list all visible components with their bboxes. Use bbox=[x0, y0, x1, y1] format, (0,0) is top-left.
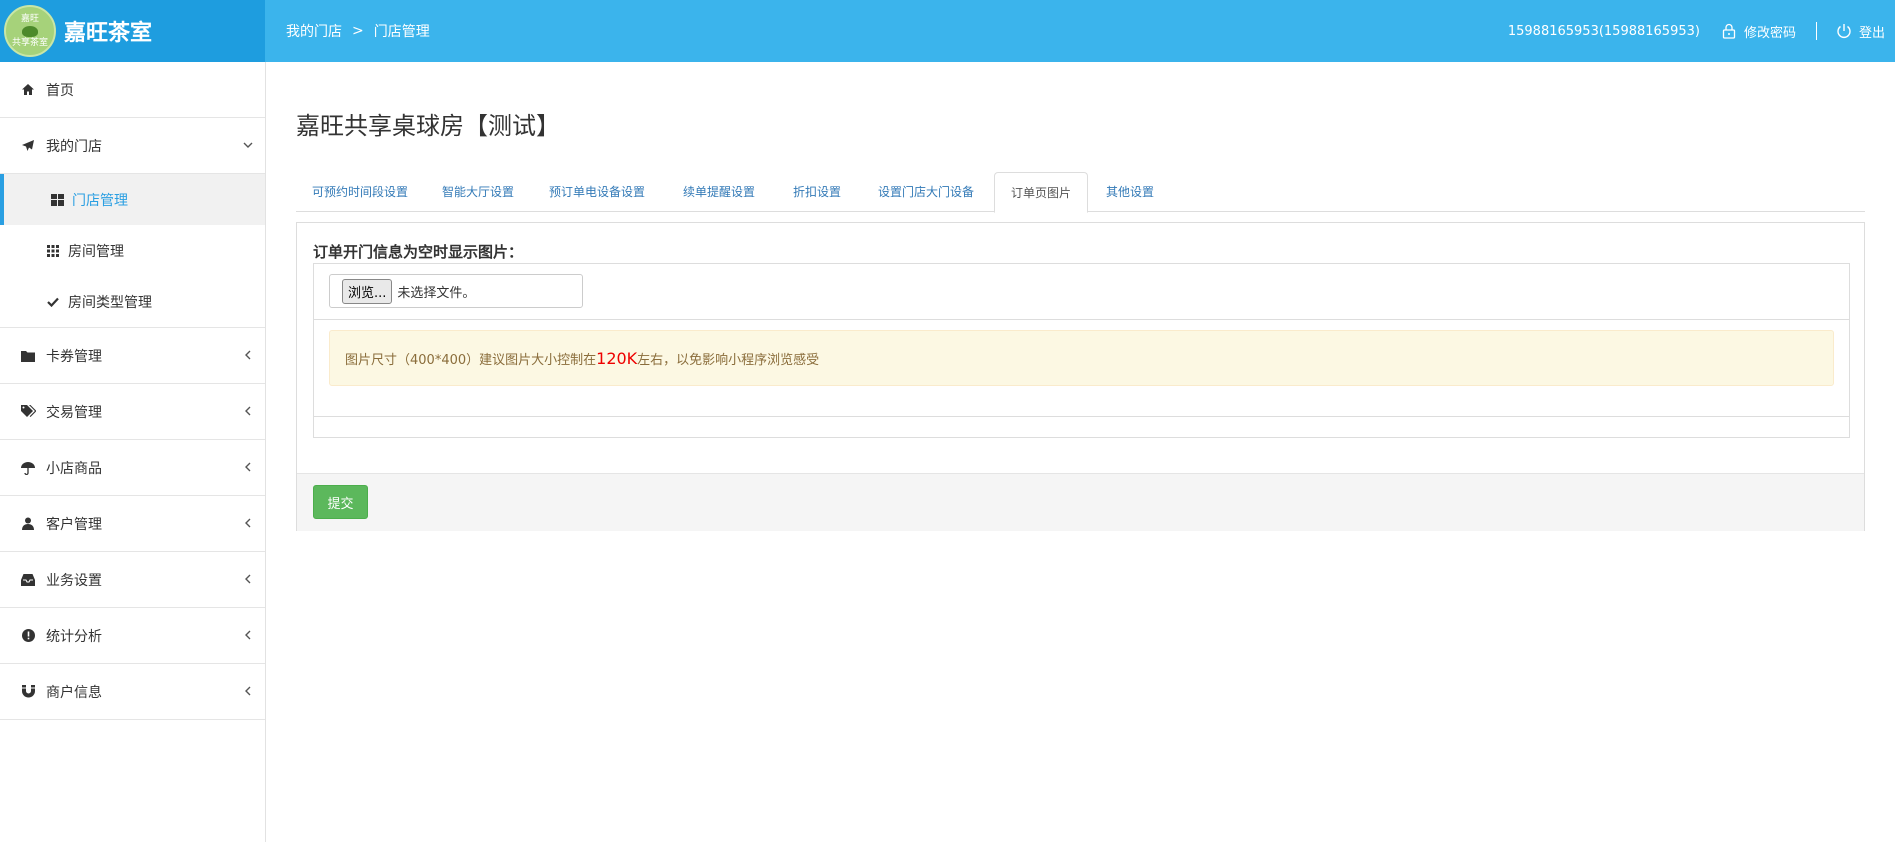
divider bbox=[314, 416, 1849, 417]
tab-order-power-device[interactable]: 预订单电设备设置 bbox=[533, 172, 661, 212]
breadcrumb-item-store-management[interactable]: 门店管理 bbox=[374, 21, 430, 41]
image-upload-box: 浏览... 未选择文件。 图片尺寸（400*400）建议图片大小控制在 120K 左… bbox=[313, 263, 1850, 438]
sidebar-item-label: 卡券管理 bbox=[46, 348, 102, 365]
logo-top-text: 嘉旺 bbox=[20, 13, 39, 24]
size-hint-alert: 图片尺寸（400*400）建议图片大小控制在 120K 左右，以免影响小程序浏览感受 bbox=[329, 330, 1834, 386]
sidebar-item-label: 统计分析 bbox=[46, 628, 102, 645]
header-actions: 15988165953(15988165953) 修改密码 登出 bbox=[1508, 0, 1885, 62]
logout-link[interactable]: 登出 bbox=[1835, 22, 1885, 41]
hint-size-highlight: 120K bbox=[596, 348, 638, 368]
file-input[interactable]: 浏览... 未选择文件。 bbox=[329, 274, 583, 308]
top-header: 嘉旺 共享茶室 嘉旺茶室 我的门店 > 门店管理 15988165953(159… bbox=[0, 0, 1895, 62]
tags-icon bbox=[20, 404, 36, 420]
logo-bottom-text: 共享茶室 bbox=[11, 37, 48, 48]
sidebar-group-my-store: 我的门店 门店管理 房间管理 房间类型管理 bbox=[0, 118, 265, 328]
file-status: 未选择文件。 bbox=[397, 285, 476, 301]
breadcrumb-item-my-store[interactable]: 我的门店 bbox=[286, 21, 342, 41]
home-icon bbox=[20, 82, 36, 98]
logo: 嘉旺 共享茶室 bbox=[4, 5, 56, 57]
chevron-left-icon bbox=[243, 629, 253, 643]
sidebar-subitem-room-management[interactable]: 房间管理 bbox=[0, 225, 265, 276]
sidebar-item-my-store[interactable]: 我的门店 bbox=[0, 118, 265, 174]
sidebar-item-merchant-info[interactable]: 商户信息 bbox=[0, 664, 265, 720]
sidebar-subitem-store-management[interactable]: 门店管理 bbox=[0, 174, 265, 225]
hint-prefix: 图片尺寸（400*400）建议图片大小控制在 bbox=[345, 352, 597, 368]
turtle-icon bbox=[22, 25, 38, 37]
sidebar-item-label: 首页 bbox=[46, 82, 74, 99]
power-icon bbox=[1835, 22, 1853, 40]
image-field-label: 订单开门信息为空时显示图片： bbox=[313, 243, 524, 261]
plane-icon bbox=[20, 138, 36, 154]
chevron-left-icon bbox=[243, 517, 253, 531]
chevron-left-icon bbox=[243, 573, 253, 587]
folder-icon bbox=[20, 348, 36, 364]
page-title: 嘉旺共享桌球房【测试】 bbox=[296, 112, 560, 140]
sidebar-item-label: 交易管理 bbox=[46, 404, 102, 421]
sidebar-item-card-management[interactable]: 卡券管理 bbox=[0, 328, 265, 384]
sidebar-item-label: 客户管理 bbox=[46, 516, 102, 533]
sidebar-item-statistics[interactable]: 统计分析 bbox=[0, 608, 265, 664]
lock-icon bbox=[1720, 22, 1738, 40]
chevron-left-icon bbox=[243, 461, 253, 475]
tab-smart-hall[interactable]: 智能大厅设置 bbox=[426, 172, 530, 212]
magnet-icon bbox=[20, 684, 36, 700]
sidebar-item-home[interactable]: 首页 bbox=[0, 62, 265, 118]
tab-renewal-reminder[interactable]: 续单提醒设置 bbox=[667, 172, 771, 212]
sidebar-subitem-label: 房间管理 bbox=[68, 243, 124, 260]
change-password-label: 修改密码 bbox=[1743, 25, 1796, 41]
umbrella-icon bbox=[20, 460, 36, 476]
order-image-panel: 订单开门信息为空时显示图片： 浏览... 未选择文件。 图片尺寸（400*400… bbox=[296, 222, 1865, 531]
sidebar-subitem-label: 门店管理 bbox=[72, 192, 128, 209]
chevron-left-icon bbox=[243, 349, 253, 363]
dashboard-icon bbox=[50, 193, 64, 207]
inbox-icon bbox=[20, 572, 36, 588]
brand-name: 嘉旺茶室 bbox=[64, 21, 153, 46]
browse-button[interactable]: 浏览... bbox=[342, 278, 393, 304]
hint-suffix: 左右，以免影响小程序浏览感受 bbox=[637, 352, 820, 368]
sidebar: 首页 我的门店 门店管理 房间管理 房间类型管理 卡券管理 交易管理 小店商品 … bbox=[0, 62, 266, 842]
chevron-left-icon bbox=[243, 685, 253, 699]
user-icon bbox=[20, 516, 36, 532]
sidebar-item-business-settings[interactable]: 业务设置 bbox=[0, 552, 265, 608]
sidebar-item-label: 商户信息 bbox=[46, 684, 102, 701]
sidebar-subitem-label: 房间类型管理 bbox=[68, 294, 152, 311]
breadcrumb-separator: > bbox=[352, 23, 364, 39]
sidebar-item-label: 业务设置 bbox=[46, 572, 102, 589]
tab-available-time[interactable]: 可预约时间段设置 bbox=[296, 172, 424, 212]
exclamation-circle-icon bbox=[20, 628, 36, 644]
sidebar-subitem-room-type-management[interactable]: 房间类型管理 bbox=[0, 276, 265, 327]
sidebar-item-shop-products[interactable]: 小店商品 bbox=[0, 440, 265, 496]
sidebar-item-label: 我的门店 bbox=[46, 138, 102, 155]
breadcrumb: 我的门店 > 门店管理 bbox=[286, 0, 430, 62]
logout-label: 登出 bbox=[1858, 25, 1885, 41]
divider bbox=[1815, 22, 1817, 40]
user-account: 15988165953(15988165953) bbox=[1507, 23, 1700, 39]
form-footer: 提交 bbox=[297, 473, 1864, 531]
brand[interactable]: 嘉旺 共享茶室 嘉旺茶室 bbox=[0, 0, 265, 62]
settings-tabs: 可预约时间段设置 智能大厅设置 预订单电设备设置 续单提醒设置 折扣设置 设置门… bbox=[296, 172, 1865, 213]
tab-order-page-image[interactable]: 订单页图片 bbox=[994, 172, 1089, 213]
change-password-link[interactable]: 修改密码 bbox=[1720, 22, 1796, 41]
chevron-left-icon bbox=[243, 405, 253, 419]
tab-other-settings[interactable]: 其他设置 bbox=[1090, 172, 1170, 212]
grid-icon bbox=[46, 244, 60, 258]
chevron-down-icon bbox=[243, 139, 253, 153]
sidebar-item-label: 小店商品 bbox=[46, 460, 102, 477]
tab-discount[interactable]: 折扣设置 bbox=[777, 172, 857, 212]
sidebar-item-customers[interactable]: 客户管理 bbox=[0, 496, 265, 552]
check-icon bbox=[46, 295, 60, 309]
sidebar-item-transactions[interactable]: 交易管理 bbox=[0, 384, 265, 440]
submit-button[interactable]: 提交 bbox=[313, 485, 368, 519]
file-row: 浏览... 未选择文件。 bbox=[314, 264, 1849, 320]
tab-store-door-device[interactable]: 设置门店大门设备 bbox=[862, 172, 990, 212]
